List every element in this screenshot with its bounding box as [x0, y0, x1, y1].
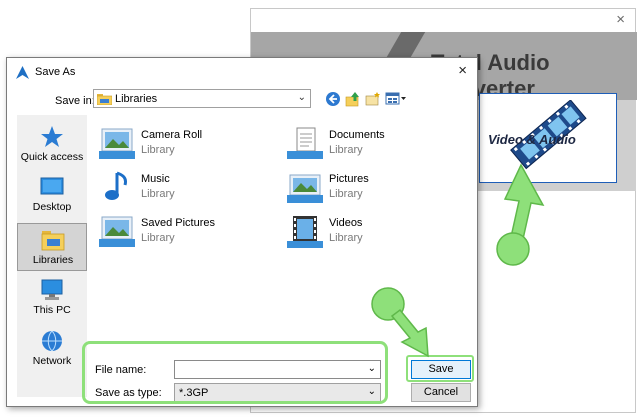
save-in-label: Save in:: [55, 95, 95, 107]
documents-icon: [287, 127, 323, 159]
item-type: Library: [141, 188, 175, 200]
place-network[interactable]: Network: [17, 325, 87, 373]
video-audio-label: Video & Audio: [488, 132, 576, 147]
place-label: Libraries: [32, 254, 74, 266]
item-name: Camera Roll: [141, 129, 203, 141]
videos-icon: [287, 216, 323, 248]
item-type: Library: [329, 232, 363, 244]
place-label: This PC: [33, 304, 71, 316]
chevron-down-icon: ⌄: [297, 92, 306, 103]
view-menu-icon[interactable]: [385, 91, 407, 107]
place-this-pc[interactable]: This PC: [17, 274, 87, 322]
list-item-videos[interactable]: Videos Library: [287, 213, 467, 253]
folder-icon: [97, 94, 112, 105]
background-close-button[interactable]: ×: [616, 11, 625, 28]
dialog-titlebar[interactable]: Save As ×: [7, 58, 477, 86]
place-label: Quick access: [20, 151, 84, 163]
item-name: Saved Pictures: [141, 217, 215, 229]
green-arrow-video-audio: [496, 163, 545, 266]
computer-icon: [41, 279, 63, 300]
dialog-close-button[interactable]: ×: [458, 62, 467, 79]
item-name: Videos: [329, 217, 363, 229]
place-quick-access[interactable]: Quick access: [17, 121, 87, 169]
desktop-icon: [40, 177, 64, 195]
item-name: Documents: [329, 129, 385, 141]
library-folder-icon: [99, 216, 135, 247]
back-icon[interactable]: [325, 91, 341, 107]
list-item-saved-pictures[interactable]: Saved Pictures Library: [99, 213, 279, 253]
item-type: Library: [329, 144, 363, 156]
libraries-icon: [41, 231, 65, 251]
list-item-documents[interactable]: Documents Library: [287, 125, 467, 165]
fields-highlight-box: [82, 341, 388, 404]
app-logo-icon: [16, 66, 29, 79]
star-icon: [41, 126, 63, 147]
save-in-value: Libraries: [115, 93, 158, 105]
place-desktop[interactable]: Desktop: [17, 171, 87, 219]
item-type: Library: [141, 232, 175, 244]
dialog-title: Save As: [35, 66, 76, 78]
place-libraries[interactable]: Libraries: [17, 223, 87, 271]
pictures-icon: [287, 174, 323, 203]
item-name: Music: [141, 173, 170, 185]
places-bar: Quick access Desktop Libraries This PC N…: [17, 115, 87, 397]
list-item-camera-roll[interactable]: Camera Roll Library: [99, 125, 279, 165]
music-icon: [105, 171, 127, 200]
place-label: Network: [32, 355, 72, 367]
up-folder-icon[interactable]: [345, 91, 361, 107]
new-folder-icon[interactable]: [365, 91, 381, 107]
place-label: Desktop: [32, 201, 72, 213]
background-area: [0, 0, 250, 58]
library-folder-icon: [99, 128, 135, 159]
list-item-pictures[interactable]: Pictures Library: [287, 169, 467, 209]
list-item-music[interactable]: Music Library: [99, 169, 279, 209]
network-icon: [42, 330, 62, 352]
item-type: Library: [329, 188, 363, 200]
cancel-button[interactable]: Cancel: [411, 383, 471, 402]
item-name: Pictures: [329, 173, 369, 185]
item-type: Library: [141, 144, 175, 156]
save-in-dropdown[interactable]: Libraries ⌄: [93, 89, 311, 108]
green-arrow-save: [371, 287, 429, 358]
